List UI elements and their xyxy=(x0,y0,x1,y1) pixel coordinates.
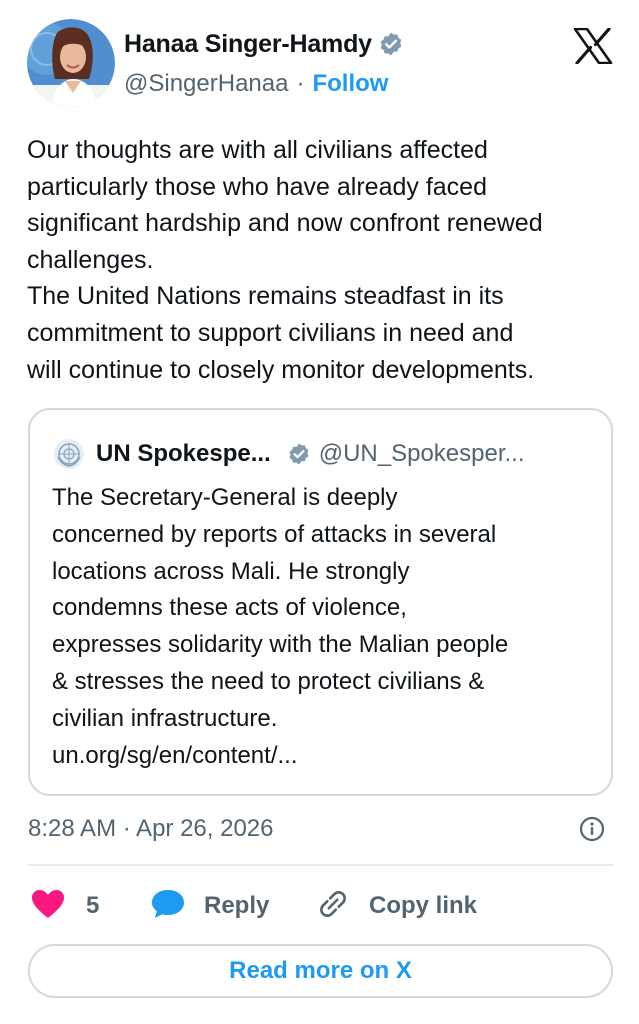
quoted-author-name: UN Spokespe... xyxy=(96,440,271,467)
divider xyxy=(28,864,613,866)
author-handle-row: @SingerHanaa · Follow xyxy=(124,68,388,100)
quoted-verified-badge-icon xyxy=(287,442,311,466)
un-emblem-icon xyxy=(54,439,84,469)
info-icon[interactable] xyxy=(578,815,606,843)
x-logo-icon[interactable] xyxy=(573,27,613,65)
read-more-button[interactable]: Read more on X xyxy=(28,944,613,998)
author-name[interactable]: Hanaa Singer-Hamdy xyxy=(124,30,372,59)
link-icon xyxy=(315,886,351,927)
reply-bubble-icon xyxy=(150,887,186,926)
copy-link-label: Copy link xyxy=(369,892,478,919)
separator-dot: · xyxy=(296,70,305,97)
tweet-text: Our thoughts are with all civilians affe… xyxy=(27,136,543,384)
like-button[interactable]: 5 xyxy=(30,884,99,928)
tweet-card: Hanaa Singer-Hamdy @SingerHanaa · Follow… xyxy=(0,0,639,1024)
quoted-author-handle: @UN_Spokesper... xyxy=(318,440,525,467)
author-handle[interactable]: @SingerHanaa xyxy=(124,70,288,98)
reply-label: Reply xyxy=(204,892,270,919)
quoted-tweet[interactable]: UN Spokespe... @UN_Spokesper... The Secr… xyxy=(28,408,613,796)
like-count: 5 xyxy=(86,892,100,919)
quoted-tweet-text: The Secretary-General is deeply concerne… xyxy=(52,484,509,769)
reply-button[interactable]: Reply xyxy=(150,884,269,928)
author-avatar[interactable] xyxy=(27,19,115,107)
heart-icon xyxy=(30,888,66,925)
copy-link-button[interactable]: Copy link xyxy=(315,884,477,928)
author-name-row: Hanaa Singer-Hamdy xyxy=(124,28,404,60)
follow-button[interactable]: Follow xyxy=(312,70,388,98)
tweet-timestamp[interactable]: 8:28 AM · Apr 26, 2026 xyxy=(28,812,274,846)
quoted-tweet-header: UN Spokespe... @UN_Spokesper... xyxy=(54,438,525,470)
verified-badge-icon xyxy=(378,31,404,57)
